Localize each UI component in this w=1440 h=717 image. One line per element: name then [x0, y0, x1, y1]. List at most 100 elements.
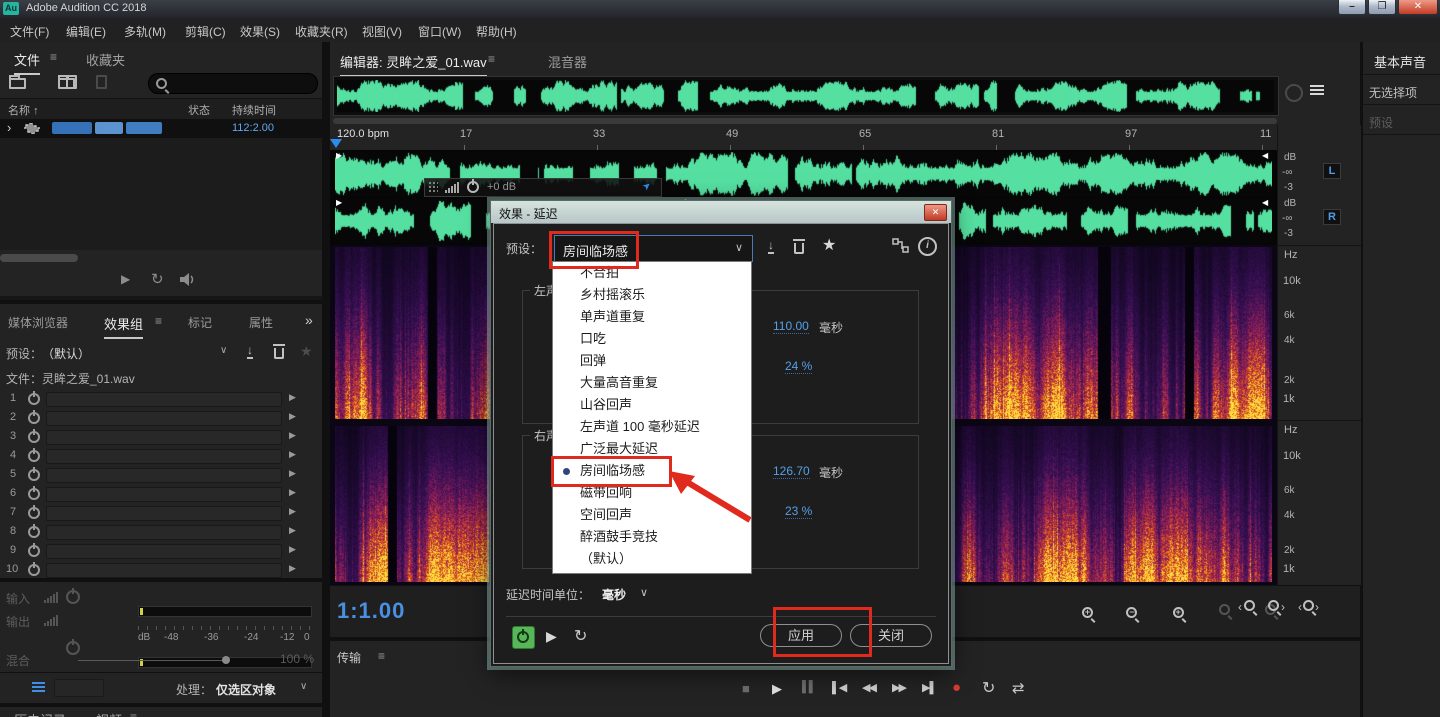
preview-loop-button[interactable]: ↻	[574, 626, 587, 646]
slot-arrow-icon[interactable]: ▶	[289, 449, 296, 460]
tab-favorites[interactable]: 收藏夹	[86, 50, 125, 69]
selection-handle-icon[interactable]: ◀	[1262, 198, 1268, 207]
slot-power-icon[interactable]	[28, 564, 40, 576]
save-preset-icon[interactable]: ↓	[247, 343, 253, 359]
splitter[interactable]	[322, 42, 330, 717]
record-button[interactable]: ●	[952, 679, 961, 696]
dialog-save-preset-icon[interactable]: ↓	[768, 238, 774, 254]
zoom-left-edge-icon[interactable]: ‹	[1238, 600, 1255, 614]
search-input[interactable]	[148, 73, 318, 94]
slot-bar[interactable]	[46, 449, 282, 464]
panel-menu-icon[interactable]: ≡	[50, 50, 57, 64]
dialog-title-bar[interactable]: 效果 - 延迟 ✕	[491, 201, 951, 223]
zoom-both-edges-icon[interactable]: ‹›	[1298, 600, 1319, 614]
effect-slot[interactable]: 3▶	[0, 428, 322, 447]
slot-power-icon[interactable]	[28, 526, 40, 538]
left-channel-badge[interactable]: L	[1323, 163, 1341, 179]
autoplay-icon[interactable]: ▶	[121, 272, 130, 286]
unit-chevron-icon[interactable]: ∨	[640, 586, 648, 599]
dropdown-item[interactable]: 回弹	[553, 350, 751, 372]
tab-essential-sound[interactable]: 基本声音	[1374, 52, 1426, 71]
apply-button[interactable]: 应用	[760, 624, 842, 647]
slot-arrow-icon[interactable]: ▶	[289, 430, 296, 441]
dropdown-item[interactable]: 大量高音重复	[553, 372, 751, 394]
file-row[interactable]: › 112:2.00	[0, 119, 322, 138]
time-display[interactable]: 1:1.00	[337, 598, 405, 624]
hud-drag-handle-icon[interactable]	[428, 181, 438, 193]
skip-selection-button[interactable]: ⇄	[1012, 679, 1025, 697]
process-select[interactable]: 仅选区对象	[216, 681, 276, 698]
speaker-icon[interactable]	[180, 273, 196, 286]
dropdown-item[interactable]: 左声道 100 毫秒延迟	[553, 416, 751, 438]
minimize-button[interactable]: –	[1338, 0, 1366, 15]
tab-properties[interactable]: 属性	[249, 314, 273, 331]
skip-to-end-button[interactable]: ▶▌	[922, 681, 936, 694]
tab-overflow-icon[interactable]: »	[305, 312, 313, 328]
column-duration[interactable]: 持续时间	[232, 102, 276, 118]
slot-arrow-icon[interactable]: ▶	[289, 506, 296, 517]
mix-slider-track[interactable]	[78, 660, 230, 661]
effect-slot[interactable]: 9▶	[0, 542, 322, 561]
hud-knob-icon[interactable]	[467, 181, 479, 193]
left-mix-value[interactable]: 24 %	[785, 359, 812, 374]
tab-files[interactable]: 文件	[14, 50, 40, 75]
dropdown-item[interactable]: 乡村摇滚乐	[553, 284, 751, 306]
dropdown-item[interactable]: 广泛最大延迟	[553, 438, 751, 460]
zoom-out-icon[interactable]: −	[1126, 607, 1137, 618]
process-chevron-icon[interactable]: ∨	[300, 681, 307, 692]
left-delay-value[interactable]: 110.00	[773, 319, 809, 334]
overview-strip[interactable]	[333, 76, 1279, 116]
effect-slot[interactable]: 1▶	[0, 390, 322, 409]
selection-handle-icon[interactable]: ◀	[1262, 151, 1268, 160]
dropdown-item[interactable]: 磁带回响	[553, 482, 751, 504]
dialog-preset-combo[interactable]: 房间临场感 ∨	[554, 235, 753, 262]
rack-list-icon[interactable]	[32, 682, 45, 692]
column-status[interactable]: 状态	[188, 102, 210, 118]
slot-power-icon[interactable]	[28, 469, 40, 481]
effect-power-button[interactable]	[512, 626, 535, 649]
right-channel-badge[interactable]: R	[1323, 209, 1341, 225]
slot-power-icon[interactable]	[28, 450, 40, 462]
panel-menu-icon[interactable]: ≡	[488, 52, 495, 66]
slot-arrow-icon[interactable]: ▶	[289, 525, 296, 536]
combo-chevron-icon[interactable]: ∨	[735, 241, 743, 254]
menu-help[interactable]: 帮助(H)	[476, 23, 517, 40]
slot-arrow-icon[interactable]: ▶	[289, 544, 296, 555]
panel-menu-icon[interactable]: ≡	[155, 314, 162, 328]
timeline-ruler[interactable]: 120.0 bpm 17 33 49 65 81 97 11	[330, 125, 1277, 151]
slot-bar[interactable]	[46, 430, 282, 445]
maximize-button[interactable]: ❐	[1368, 0, 1396, 15]
playhead-marker[interactable]	[330, 139, 342, 148]
menu-multitrack[interactable]: 多轨(M)	[124, 23, 166, 40]
unit-select[interactable]: 毫秒	[602, 586, 626, 603]
effect-slot[interactable]: 4▶	[0, 447, 322, 466]
slot-bar[interactable]	[46, 525, 282, 540]
menu-window[interactable]: 窗口(W)	[418, 23, 461, 40]
slot-bar[interactable]	[46, 563, 282, 578]
panel-menu-icon[interactable]: ≡	[378, 649, 385, 663]
slot-bar[interactable]	[46, 506, 282, 521]
rewind-button[interactable]: ◀◀	[862, 681, 875, 694]
slot-power-icon[interactable]	[28, 545, 40, 557]
slot-power-icon[interactable]	[28, 507, 40, 519]
menu-effects[interactable]: 效果(S)	[240, 23, 280, 40]
expand-chevron-icon[interactable]: ›	[7, 120, 11, 135]
dialog-close-button[interactable]: ✕	[924, 204, 947, 221]
dropdown-item[interactable]: 口吃	[553, 328, 751, 350]
tab-markers[interactable]: 标记	[188, 314, 212, 331]
slot-bar[interactable]	[46, 468, 282, 483]
hud-gain-value[interactable]: +0 dB	[487, 181, 516, 193]
tab-video[interactable]: 视频	[96, 710, 122, 717]
close-button[interactable]: ✕	[1398, 0, 1438, 15]
mix-slider-knob[interactable]	[222, 656, 230, 664]
right-delay-value[interactable]: 126.70	[773, 464, 810, 479]
preview-play-button[interactable]: ▶	[546, 628, 557, 645]
menu-edit[interactable]: 编辑(E)	[66, 23, 106, 40]
slot-arrow-icon[interactable]: ▶	[289, 487, 296, 498]
effect-slot[interactable]: 7▶	[0, 504, 322, 523]
zoom-right-edge-icon[interactable]: ›	[1268, 600, 1285, 614]
menu-view[interactable]: 视图(V)	[362, 23, 402, 40]
loop-playback-icon[interactable]: ↻	[151, 270, 164, 288]
slot-bar[interactable]	[46, 487, 282, 502]
stop-button[interactable]: ■	[742, 681, 750, 696]
